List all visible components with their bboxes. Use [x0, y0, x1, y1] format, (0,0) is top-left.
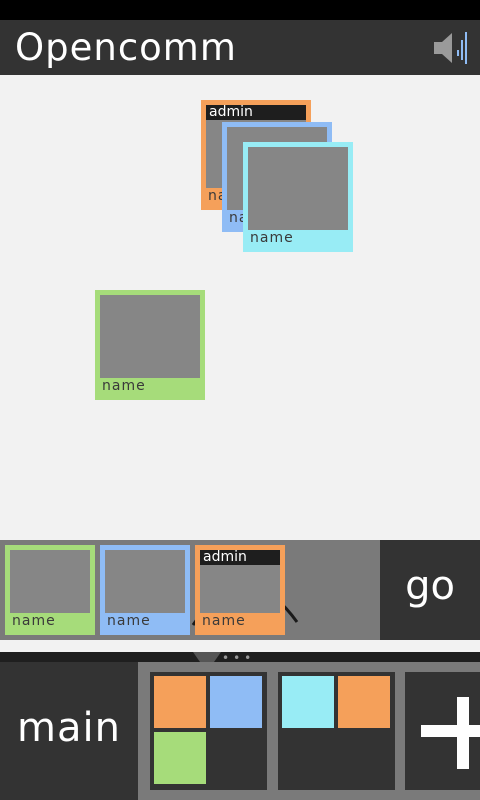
- group-member-swatch: [338, 676, 390, 728]
- main-tab[interactable]: main: [0, 662, 138, 800]
- contact-photo: [105, 550, 185, 616]
- admin-tag: admin: [200, 550, 280, 565]
- group-member-swatch: [154, 676, 206, 728]
- plus-icon-stem: [457, 697, 469, 769]
- contact-photo: [10, 550, 90, 616]
- contact-photo: [248, 147, 348, 233]
- status-bar: [0, 0, 480, 20]
- contact-name: name: [10, 613, 90, 630]
- selection-tray[interactable]: name name admin name: [0, 540, 380, 640]
- contact-photo: [100, 295, 200, 381]
- contact-canvas[interactable]: admin name name name name: [0, 75, 480, 540]
- group-member-swatch: [282, 676, 334, 728]
- contact-card[interactable]: name: [95, 290, 205, 400]
- admin-tag: admin: [206, 105, 306, 120]
- group-tile[interactable]: [150, 672, 267, 790]
- speaker-volume-icon[interactable]: [432, 28, 472, 68]
- contact-name: name: [200, 613, 280, 630]
- title-bar: Opencomm: [0, 20, 480, 75]
- app-title: Opencomm: [15, 26, 237, 69]
- tray-contact-card[interactable]: name: [100, 545, 190, 635]
- contact-card[interactable]: name: [243, 142, 353, 252]
- plus-icon: [421, 725, 480, 737]
- group-member-swatch: [154, 732, 206, 784]
- contact-name: name: [248, 230, 348, 247]
- group-tile[interactable]: [278, 672, 395, 790]
- group-member-swatch: [210, 676, 262, 728]
- tray-contact-card[interactable]: name: [5, 545, 95, 635]
- go-button[interactable]: go: [380, 540, 480, 640]
- contact-name: name: [100, 378, 200, 395]
- tray-contact-card-admin[interactable]: admin name: [195, 545, 285, 635]
- add-group-button[interactable]: [405, 672, 480, 790]
- contact-name: name: [105, 613, 185, 630]
